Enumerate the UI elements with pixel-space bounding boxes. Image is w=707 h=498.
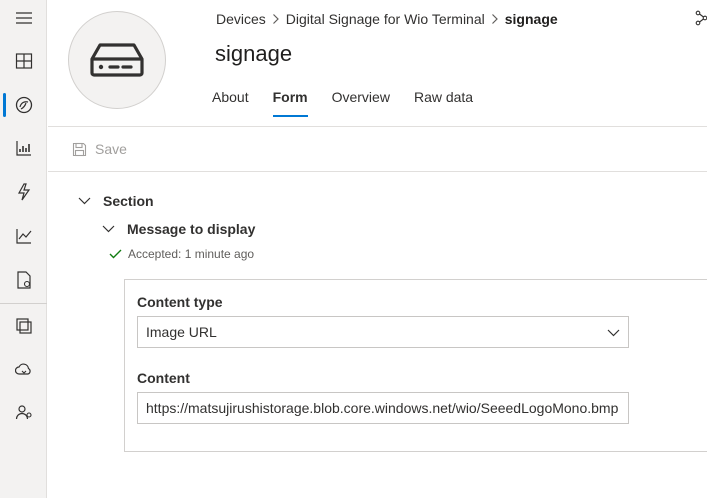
jobs-icon[interactable] <box>0 260 47 300</box>
tab-raw-data[interactable]: Raw data <box>414 89 473 121</box>
breadcrumb-template[interactable]: Digital Signage for Wio Terminal <box>286 11 485 27</box>
sync-status: Accepted: 1 minute ago <box>109 247 254 261</box>
page-title: signage <box>215 41 293 66</box>
breadcrumb-devices[interactable]: Devices <box>216 11 266 27</box>
hamburger-menu-icon[interactable] <box>0 0 47 38</box>
save-label: Save <box>95 141 127 157</box>
chevron-right-icon <box>491 13 499 25</box>
save-button[interactable]: Save <box>72 140 127 158</box>
message-to-display-toggle[interactable]: Message to display <box>102 221 255 237</box>
message-to-display-label: Message to display <box>127 221 256 237</box>
status-text: Accepted: 1 minute ago <box>128 247 255 261</box>
share-icon[interactable] <box>694 10 707 26</box>
device-avatar <box>68 11 166 109</box>
device-templates-icon[interactable] <box>0 306 47 346</box>
chevron-down-icon <box>78 197 91 205</box>
chevron-right-icon <box>272 13 280 25</box>
charts-icon[interactable] <box>0 216 47 256</box>
content-label: Content <box>137 370 190 386</box>
chevron-down-icon <box>102 225 115 233</box>
breadcrumb-current: signage <box>504 11 558 27</box>
tab-overview[interactable]: Overview <box>332 89 390 121</box>
rules-icon[interactable] <box>0 172 47 212</box>
tab-about[interactable]: About <box>212 89 249 121</box>
tab-bar: About Form Overview Raw data <box>212 89 497 121</box>
checkmark-icon <box>109 249 122 259</box>
chevron-down-icon <box>607 329 620 337</box>
toolbar-divider <box>48 171 707 172</box>
section-label: Section <box>103 193 154 209</box>
content-type-label: Content type <box>137 294 223 310</box>
section-toggle[interactable]: Section <box>78 193 154 209</box>
data-export-icon[interactable] <box>0 350 47 390</box>
dashboard-icon[interactable] <box>0 41 47 81</box>
content-type-value: Image URL <box>146 324 217 340</box>
header-divider <box>48 126 707 127</box>
permissions-icon[interactable] <box>0 392 47 432</box>
left-nav-rail <box>0 0 47 498</box>
devices-icon[interactable] <box>0 85 47 125</box>
tab-form[interactable]: Form <box>272 89 308 121</box>
content-input[interactable] <box>137 392 629 424</box>
save-icon <box>72 142 87 156</box>
device-icon <box>90 43 144 77</box>
breadcrumb: Devices Digital Signage for Wio Terminal… <box>216 10 558 28</box>
analytics-icon[interactable] <box>0 128 47 168</box>
nav-divider <box>0 303 47 304</box>
content-type-dropdown[interactable]: Image URL <box>137 316 629 348</box>
